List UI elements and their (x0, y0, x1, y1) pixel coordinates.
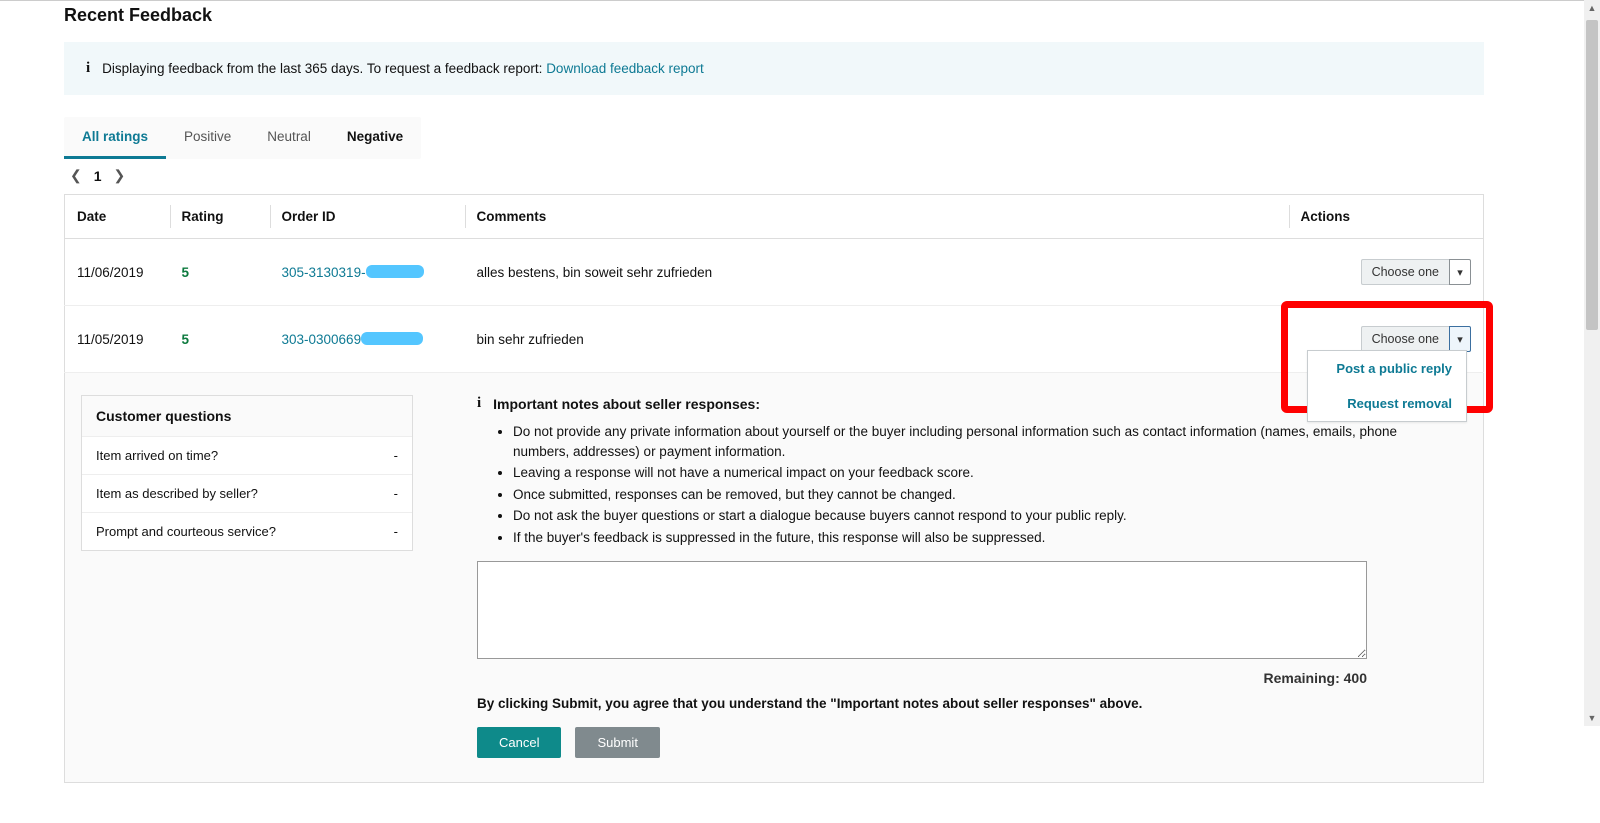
note-item: Do not ask the buyer questions or start … (513, 506, 1397, 526)
cq-answer: - (394, 448, 398, 463)
order-link[interactable]: 303-0300669 (282, 332, 362, 347)
cq-answer: - (394, 486, 398, 501)
note-item: Once submitted, responses can be removed… (513, 485, 1397, 505)
cq-question: Item as described by seller? (96, 486, 258, 501)
download-report-link[interactable]: Download feedback report (546, 61, 704, 76)
customer-questions: Customer questions Item arrived on time?… (81, 395, 413, 551)
pager-prev-icon[interactable]: ❮ (70, 167, 82, 184)
page-title: Recent Feedback (64, 5, 1484, 26)
col-actions: Actions (1289, 195, 1484, 239)
agree-text: By clicking Submit, you agree that you u… (477, 696, 1397, 711)
chevron-down-icon: ▾ (1449, 326, 1471, 352)
col-rating: Rating (170, 195, 270, 239)
note-item: Leaving a response will not have a numer… (513, 463, 1397, 483)
note-item: If the buyer's feedback is suppressed in… (513, 528, 1397, 548)
note-item: Do not provide any private information a… (513, 422, 1397, 461)
notes-title: Important notes about seller responses: (493, 396, 760, 412)
vertical-scrollbar[interactable]: ▲ ▼ (1584, 0, 1600, 726)
remaining-counter: Remaining: 400 (477, 670, 1367, 686)
redacted-segment (366, 265, 424, 278)
dropdown-label: Choose one (1361, 326, 1449, 352)
pager: ❮ 1 ❯ (70, 167, 1484, 184)
cell-comment: alles bestens, bin soweit sehr zufrieden (465, 239, 1289, 306)
table-row: 11/05/2019 5 303-0300669 bin sehr zufrie… (65, 306, 1484, 373)
cell-rating: 5 (182, 265, 190, 280)
pager-next-icon[interactable]: ❯ (114, 167, 126, 184)
col-comments: Comments (465, 195, 1289, 239)
dropdown-label: Choose one (1361, 259, 1449, 285)
chevron-down-icon: ▾ (1449, 259, 1471, 285)
info-icon: i (477, 395, 481, 412)
redacted-segment (361, 332, 423, 345)
choose-one-dropdown[interactable]: Choose one ▾ (1361, 259, 1471, 285)
cancel-button[interactable]: Cancel (477, 727, 561, 758)
menu-post-reply[interactable]: Post a public reply (1308, 351, 1466, 386)
tab-positive[interactable]: Positive (166, 117, 249, 159)
scroll-down-icon[interactable]: ▼ (1584, 710, 1600, 726)
tab-neutral[interactable]: Neutral (249, 117, 329, 159)
tab-all-ratings[interactable]: All ratings (64, 117, 166, 159)
cq-question: Item arrived on time? (96, 448, 218, 463)
choose-one-dropdown[interactable]: Choose one ▾ (1361, 326, 1471, 352)
cq-row: Item arrived on time? - (82, 437, 412, 475)
notes-list: Do not provide any private information a… (499, 422, 1397, 547)
col-order: Order ID (270, 195, 465, 239)
feedback-table: Date Rating Order ID Comments Actions 11… (64, 194, 1484, 373)
dropdown-menu: Post a public reply Request removal (1307, 350, 1467, 422)
cq-row: Item as described by seller? - (82, 475, 412, 513)
col-date: Date (65, 195, 170, 239)
cq-row: Prompt and courteous service? - (82, 513, 412, 550)
banner-text: Displaying feedback from the last 365 da… (102, 61, 546, 76)
info-icon: i (86, 60, 90, 77)
menu-request-removal[interactable]: Request removal (1308, 386, 1466, 421)
order-link[interactable]: 305-3130319- (282, 265, 366, 280)
scroll-thumb[interactable] (1586, 20, 1598, 330)
cq-question: Prompt and courteous service? (96, 524, 276, 539)
cq-title: Customer questions (82, 396, 412, 437)
response-panel: Customer questions Item arrived on time?… (64, 373, 1484, 783)
cell-rating: 5 (182, 332, 190, 347)
submit-button[interactable]: Submit (575, 727, 659, 758)
rating-tabs: All ratings Positive Neutral Negative (64, 117, 421, 159)
table-row: 11/06/2019 5 305-3130319- alles bestens,… (65, 239, 1484, 306)
info-banner: i Displaying feedback from the last 365 … (64, 42, 1484, 95)
cq-answer: - (394, 524, 398, 539)
tab-negative[interactable]: Negative (329, 117, 421, 159)
cell-date: 11/05/2019 (65, 306, 170, 373)
cell-comment: bin sehr zufrieden (465, 306, 1289, 373)
response-textarea[interactable] (477, 561, 1367, 659)
cell-date: 11/06/2019 (65, 239, 170, 306)
scroll-up-icon[interactable]: ▲ (1584, 0, 1600, 16)
pager-page: 1 (94, 168, 102, 184)
